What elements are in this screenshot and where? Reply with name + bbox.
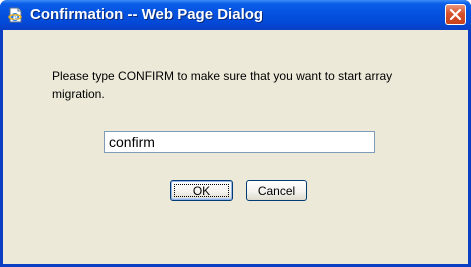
confirmation-message: Please type CONFIRM to make sure that yo…: [52, 69, 393, 101]
ok-button[interactable]: OK: [170, 180, 233, 201]
dialog-content: Please type CONFIRM to make sure that yo…: [3, 30, 468, 264]
close-icon: [449, 8, 462, 21]
confirm-input[interactable]: [104, 131, 375, 153]
cancel-button[interactable]: Cancel: [246, 180, 307, 201]
close-button[interactable]: [445, 4, 466, 25]
svg-text:e: e: [13, 14, 18, 22]
dialog-window: e Confirmation -- Web Page Dialog Please…: [0, 0, 471, 267]
window-title: Confirmation -- Web Page Dialog: [30, 6, 264, 23]
focus-rectangle: [174, 184, 229, 197]
title-bar[interactable]: e Confirmation -- Web Page Dialog: [0, 0, 471, 30]
ie-page-icon: e: [8, 7, 24, 23]
